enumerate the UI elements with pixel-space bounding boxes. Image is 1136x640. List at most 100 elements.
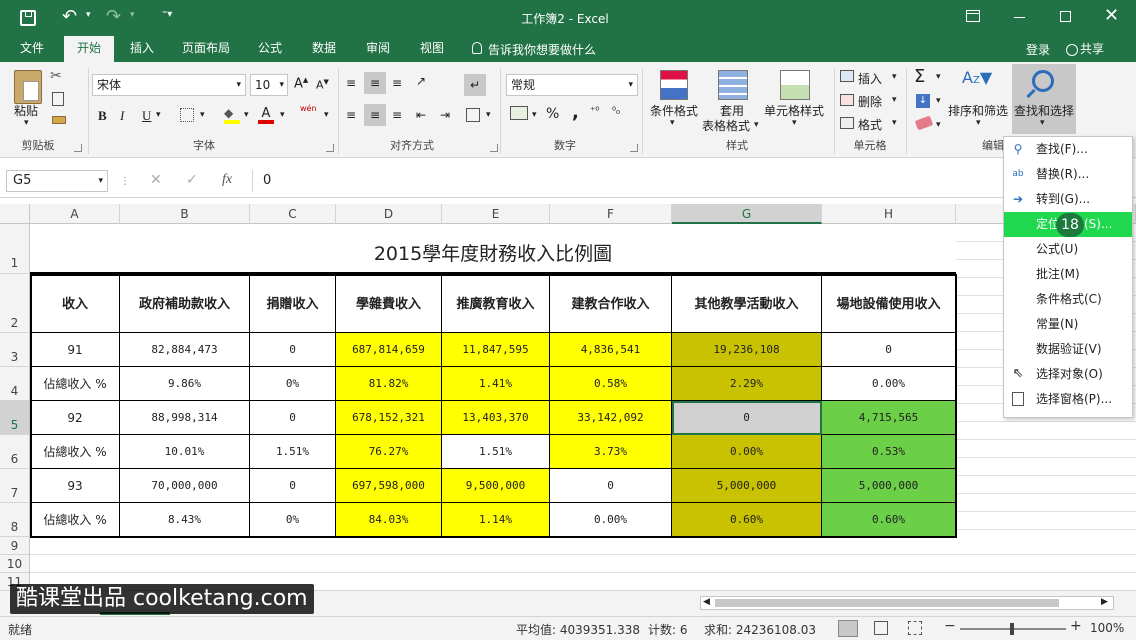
table-cell[interactable]: 70,000,000 [120,469,250,503]
underline-dropdown-icon[interactable]: ▾ [156,110,161,120]
increase-indent-icon[interactable]: ⇥ [440,108,458,126]
table-cell[interactable]: 93 [30,469,120,503]
underline-button[interactable]: U [142,108,151,124]
conditional-format-label[interactable]: 条件格式 [650,102,698,119]
currency-dropdown-icon[interactable]: ▾ [532,110,537,120]
table-header-cell[interactable]: 學雜費收入 [336,274,442,333]
table-cell[interactable]: 92 [30,401,120,435]
tab-review[interactable]: 审阅 [356,36,400,62]
delete-dropdown-icon[interactable]: ▾ [892,95,897,105]
insert-cells-label[interactable]: 插入 [858,70,882,87]
zoom-out-icon[interactable]: − [944,618,956,634]
menu-item-replace[interactable]: ab 替换(R)... [1004,162,1132,187]
menu-item-goto-special[interactable]: 定位条件(S)... 18 [1004,212,1132,237]
font-color-icon[interactable]: A [258,106,274,124]
table-cell[interactable]: 13,403,370 [442,401,550,435]
zoom-in-icon[interactable]: + [1070,618,1082,634]
close-icon[interactable]: ✕ [1104,5,1119,26]
table-cell[interactable]: 81.82% [336,367,442,401]
conditional-format-icon[interactable] [660,70,688,100]
table-cell[interactable]: 0 [250,333,336,367]
currency-icon[interactable] [510,106,528,120]
row-header-10[interactable]: 10 [0,555,30,573]
italic-button[interactable]: I [120,108,124,124]
cancel-entry-icon[interactable]: ✕ [150,172,162,188]
confirm-entry-icon[interactable]: ✓ [186,172,198,188]
zoom-slider[interactable] [960,623,1066,635]
table-format-label-2[interactable]: 表格格式 [702,117,750,134]
minimize-icon[interactable] [1014,17,1025,18]
table-cell[interactable]: 1.41% [442,367,550,401]
table-cell[interactable]: 0.58% [550,367,672,401]
column-header-a[interactable]: A [30,204,120,224]
zoom-slider-thumb[interactable] [1010,623,1014,635]
insert-cells-icon[interactable] [840,70,854,82]
cell-style-label[interactable]: 单元格样式 [764,102,824,119]
table-cell[interactable]: 0% [250,367,336,401]
insert-function-icon[interactable]: fx [222,172,232,188]
zoom-level[interactable]: 100% [1090,621,1124,635]
tab-home[interactable]: 开始 [64,36,114,62]
column-header-f[interactable]: F [550,204,672,224]
table-cell[interactable]: 0 [250,469,336,503]
grow-font-icon[interactable]: A▲ [294,76,308,91]
table-cell[interactable]: 76.27% [336,435,442,469]
paste-dropdown-icon[interactable]: ▾ [24,118,29,128]
shrink-font-icon[interactable]: A▼ [316,78,329,92]
cell-style-icon[interactable] [780,70,810,100]
menu-item-data-validation[interactable]: 数据验证(V) [1004,337,1132,362]
table-cell[interactable]: 678,152,321 [336,401,442,435]
clear-dropdown-icon[interactable]: ▾ [936,120,941,130]
formula-input[interactable]: 0 [252,170,1132,192]
borders-dropdown-icon[interactable]: ▾ [200,110,205,120]
tab-formulas[interactable]: 公式 [248,36,292,62]
menu-item-comments[interactable]: 批注(M) [1004,262,1132,287]
format-dropdown-icon[interactable]: ▾ [892,118,897,128]
menu-item-selection-pane[interactable]: 选择窗格(P)... [1004,387,1132,412]
format-cells-icon[interactable] [840,117,854,129]
table-cell[interactable]: 0.00% [550,503,672,537]
scroll-left-icon[interactable]: ◀ [703,597,710,607]
menu-item-goto[interactable]: ➔ 转到(G)... [1004,187,1132,212]
menu-item-select-objects[interactable]: ⇖ 选择对象(O) [1004,362,1132,387]
align-right-icon[interactable]: ≡ [392,108,410,126]
tab-page-layout[interactable]: 页面布局 [174,36,238,62]
menu-item-find[interactable]: ⚲ 查找(F)... [1004,137,1132,162]
fill-color-dropdown-icon[interactable]: ▾ [244,110,249,120]
paste-label[interactable]: 粘贴 [14,102,38,119]
find-select-button[interactable]: 查找和选择 ▾ [1012,64,1076,134]
tab-insert[interactable]: 插入 [120,36,164,62]
undo-dropdown-icon[interactable]: ▾ [86,10,91,20]
table-cell[interactable]: 0.60% [672,503,822,537]
clear-icon[interactable] [914,115,934,131]
row-header-5[interactable]: 5 [0,401,30,435]
table-header-cell[interactable]: 捐贈收入 [250,274,336,333]
copy-icon[interactable] [52,92,64,106]
table-cell[interactable]: 0.53% [822,435,956,469]
login-link[interactable]: 登录 [1026,41,1050,58]
table-cell[interactable]: 91 [30,333,120,367]
font-name-select[interactable]: 宋体 ▾ [92,74,246,96]
table-header-cell[interactable]: 政府補助款收入 [120,274,250,333]
column-header-c[interactable]: C [250,204,336,224]
active-cell[interactable]: 0 [672,401,822,435]
table-cell[interactable]: 0 [822,333,956,367]
cell-style-dropdown-icon[interactable]: ▾ [792,118,797,128]
table-cell[interactable]: 0 [550,469,672,503]
page-layout-view-icon[interactable] [874,621,888,635]
table-cell[interactable]: 2.29% [672,367,822,401]
row-header-2[interactable]: 2 [0,274,30,333]
table-cell[interactable]: 88,998,314 [120,401,250,435]
decrease-indent-icon[interactable]: ⇤ [416,108,434,126]
decrease-decimal-icon[interactable]: ⁰₀ [612,106,630,124]
table-cell[interactable]: 19,236,108 [672,333,822,367]
merge-center-icon[interactable] [466,108,480,122]
table-cell[interactable]: 5,000,000 [672,469,822,503]
table-cell[interactable]: 佔總收入 % [30,367,120,401]
column-header-e[interactable]: E [442,204,550,224]
column-header-d[interactable]: D [336,204,442,224]
worksheet-grid[interactable]: A B C D E F G H I 1 2 3 4 5 6 7 8 9 10 1… [0,204,1136,590]
percent-button[interactable]: % [546,106,559,122]
table-cell[interactable]: 9,500,000 [442,469,550,503]
ribbon-display-icon[interactable] [966,10,980,22]
